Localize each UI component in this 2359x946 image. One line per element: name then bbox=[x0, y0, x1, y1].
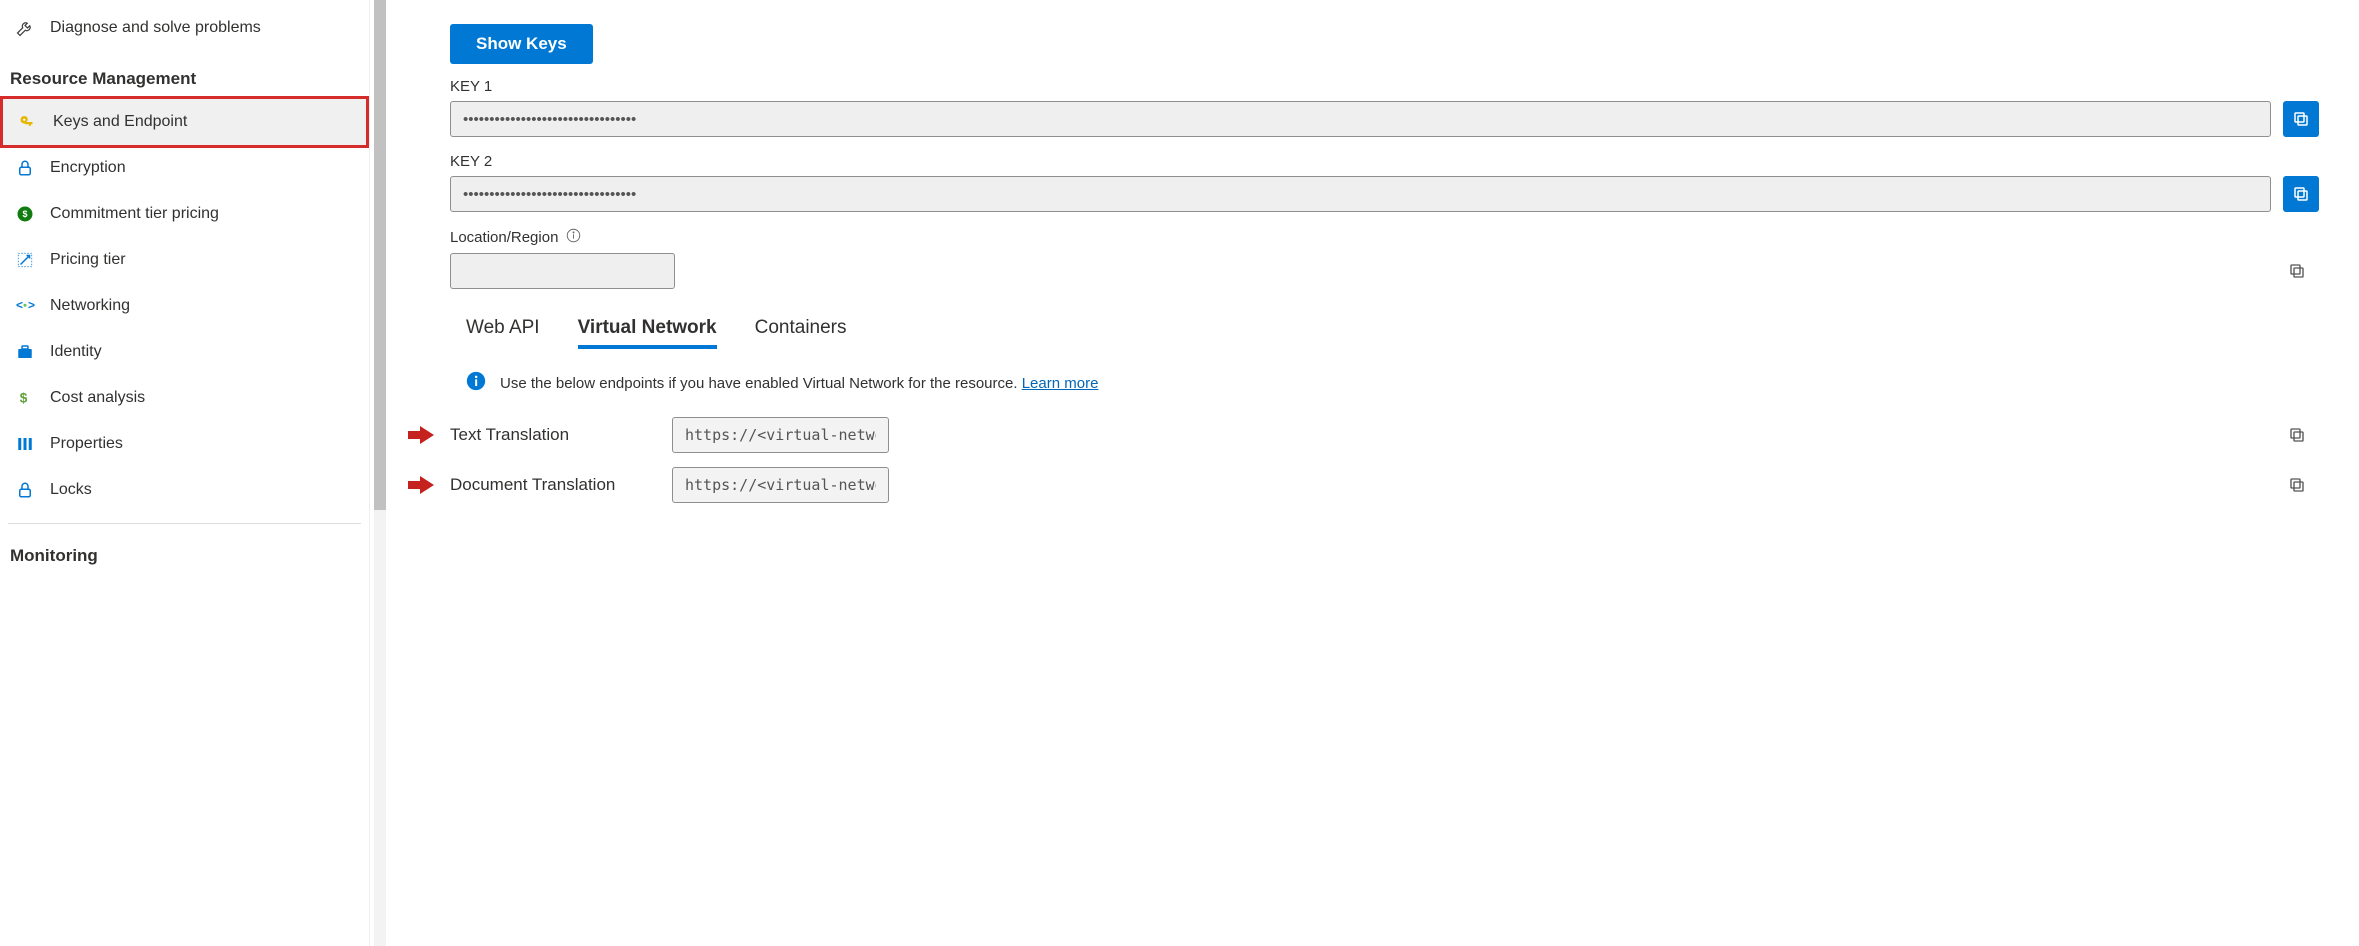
sidebar-item-label: Diagnose and solve problems bbox=[50, 19, 261, 37]
copy-key2-button[interactable] bbox=[2283, 176, 2319, 212]
sidebar-item-label: Keys and Endpoint bbox=[53, 113, 187, 131]
sidebar-item-networking[interactable]: <> Networking bbox=[0, 283, 369, 329]
info-filled-icon bbox=[466, 371, 486, 395]
sidebar-item-label: Networking bbox=[50, 297, 130, 315]
lock-icon bbox=[14, 157, 36, 179]
properties-icon bbox=[14, 433, 36, 455]
text-translation-input[interactable] bbox=[672, 417, 889, 453]
copy-key1-button[interactable] bbox=[2283, 101, 2319, 137]
sidebar: Diagnose and solve problems Resource Man… bbox=[0, 0, 370, 946]
sidebar-item-label: Locks bbox=[50, 481, 92, 499]
sidebar-item-identity[interactable]: Identity bbox=[0, 329, 369, 375]
sidebar-item-label: Pricing tier bbox=[50, 251, 126, 269]
sidebar-item-locks[interactable]: Locks bbox=[0, 467, 369, 513]
endpoint-tabs: Web API Virtual Network Containers bbox=[450, 317, 2319, 349]
info-icon[interactable] bbox=[566, 228, 581, 247]
learn-more-link[interactable]: Learn more bbox=[1022, 375, 1099, 392]
sidebar-item-encryption[interactable]: Encryption bbox=[0, 145, 369, 191]
arrow-right-icon bbox=[408, 426, 434, 444]
location-input[interactable] bbox=[450, 253, 675, 289]
svg-text:>: > bbox=[28, 298, 35, 312]
document-translation-label: Document Translation bbox=[450, 475, 660, 495]
copy-icon bbox=[2288, 426, 2306, 444]
sidebar-item-label: Properties bbox=[50, 435, 123, 453]
sidebar-section-resource-management: Resource Management bbox=[0, 51, 369, 99]
show-keys-button[interactable]: Show Keys bbox=[450, 24, 593, 64]
copy-icon bbox=[2288, 262, 2306, 280]
sidebar-item-diagnose[interactable]: Diagnose and solve problems bbox=[0, 5, 369, 51]
svg-text:$: $ bbox=[22, 209, 27, 219]
tab-containers[interactable]: Containers bbox=[755, 317, 847, 349]
sidebar-item-label: Identity bbox=[50, 343, 102, 361]
key2-group: KEY 2 bbox=[450, 153, 2319, 212]
key1-label: KEY 1 bbox=[450, 78, 2319, 95]
location-label: Location/Region bbox=[450, 229, 558, 246]
sidebar-item-properties[interactable]: Properties bbox=[0, 421, 369, 467]
briefcase-icon bbox=[14, 341, 36, 363]
sidebar-scrollbar[interactable] bbox=[374, 0, 386, 946]
main-content: Show Keys KEY 1 KEY 2 Location/Region bbox=[382, 0, 2359, 946]
dollar-circle-icon: $ bbox=[14, 203, 36, 225]
wrench-icon bbox=[14, 17, 36, 39]
sidebar-item-label: Encryption bbox=[50, 159, 126, 177]
svg-text:.: . bbox=[26, 394, 28, 400]
info-message: Use the below endpoints if you have enab… bbox=[500, 375, 1022, 392]
document-translation-row: Document Translation bbox=[450, 467, 2319, 503]
sidebar-item-label: Cost analysis bbox=[50, 389, 145, 407]
document-translation-input[interactable] bbox=[672, 467, 889, 503]
pricing-icon bbox=[14, 249, 36, 271]
lock-icon bbox=[14, 479, 36, 501]
copy-icon bbox=[2292, 110, 2310, 128]
divider bbox=[8, 523, 361, 524]
info-text: Use the below endpoints if you have enab… bbox=[500, 375, 1098, 392]
key2-label: KEY 2 bbox=[450, 153, 2319, 170]
copy-document-translation-button[interactable] bbox=[2285, 473, 2309, 497]
dollar-icon: $. bbox=[14, 387, 36, 409]
sidebar-section-monitoring: Monitoring bbox=[0, 528, 369, 576]
scrollbar-thumb[interactable] bbox=[374, 0, 386, 510]
copy-text-translation-button[interactable] bbox=[2285, 423, 2309, 447]
arrow-right-icon bbox=[408, 476, 434, 494]
tab-web-api[interactable]: Web API bbox=[466, 317, 540, 349]
copy-icon bbox=[2292, 185, 2310, 203]
sidebar-item-pricing-tier[interactable]: Pricing tier bbox=[0, 237, 369, 283]
text-translation-row: Text Translation bbox=[450, 417, 2319, 453]
sidebar-item-commitment[interactable]: $ Commitment tier pricing bbox=[0, 191, 369, 237]
svg-text:<: < bbox=[16, 298, 23, 312]
copy-icon bbox=[2288, 476, 2306, 494]
key1-group: KEY 1 bbox=[450, 78, 2319, 137]
networking-icon: <> bbox=[14, 295, 36, 317]
tab-virtual-network[interactable]: Virtual Network bbox=[578, 317, 717, 349]
sidebar-item-label: Commitment tier pricing bbox=[50, 205, 219, 223]
key2-input[interactable] bbox=[450, 176, 2271, 212]
copy-location-button[interactable] bbox=[2285, 259, 2309, 283]
key-icon bbox=[17, 111, 39, 133]
sidebar-item-keys-endpoint[interactable]: Keys and Endpoint bbox=[0, 96, 369, 148]
info-banner: Use the below endpoints if you have enab… bbox=[450, 371, 2319, 395]
location-group: Location/Region bbox=[450, 228, 2319, 289]
text-translation-label: Text Translation bbox=[450, 425, 660, 445]
sidebar-item-cost-analysis[interactable]: $. Cost analysis bbox=[0, 375, 369, 421]
key1-input[interactable] bbox=[450, 101, 2271, 137]
